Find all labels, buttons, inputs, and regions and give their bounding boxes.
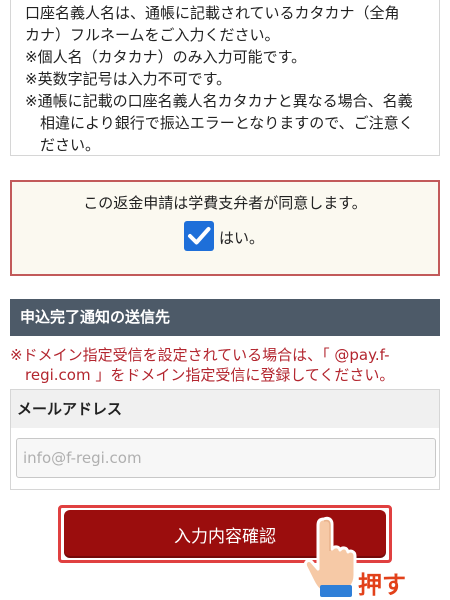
note-line: 口座名義人名は、通帳に記載されているカタカナ（全角 xyxy=(25,4,400,22)
consent-text: この返金申請は学費支弁者が同意します。 xyxy=(83,194,367,212)
note-line: ※通帳に記載の口座名義人名カタカナと異なる場合、名義 xyxy=(25,92,413,110)
email-label: メールアドレス xyxy=(11,390,439,428)
checkmark-icon xyxy=(188,227,211,245)
email-field[interactable] xyxy=(16,438,436,478)
pointing-hand-icon xyxy=(303,516,357,597)
note-line: ださい。 xyxy=(25,136,101,154)
note-line: ※英数字記号は入力不可です。 xyxy=(25,70,232,88)
note-line: 相違により銀行で振込エラーとなりますので、ご注意く xyxy=(25,114,414,132)
consent-checkbox-label[interactable]: はい。 xyxy=(219,227,264,248)
name-notes-box: 口座名義人名は、通帳に記載されているカタカナ（全角 カナ）フルネームをご入力くだ… xyxy=(10,0,440,156)
warning-line: ※ドメイン指定受信を設定されている場合は、「 @pay.f- xyxy=(10,346,390,364)
warning-line: regi.com 」をドメイン指定受信に登録してください。 xyxy=(10,366,395,384)
note-line: カナ）フルネームをご入力ください。 xyxy=(25,26,280,44)
section-header: 申込完了通知の送信先 xyxy=(10,299,440,336)
consent-checkbox[interactable] xyxy=(184,221,214,251)
note-line: ※個人名（カタカナ）のみ入力可能です。 xyxy=(25,48,307,66)
domain-warning: ※ドメイン指定受信を設定されている場合は、「 @pay.f- regi.com … xyxy=(10,345,442,385)
press-hint: 押す xyxy=(358,571,406,599)
